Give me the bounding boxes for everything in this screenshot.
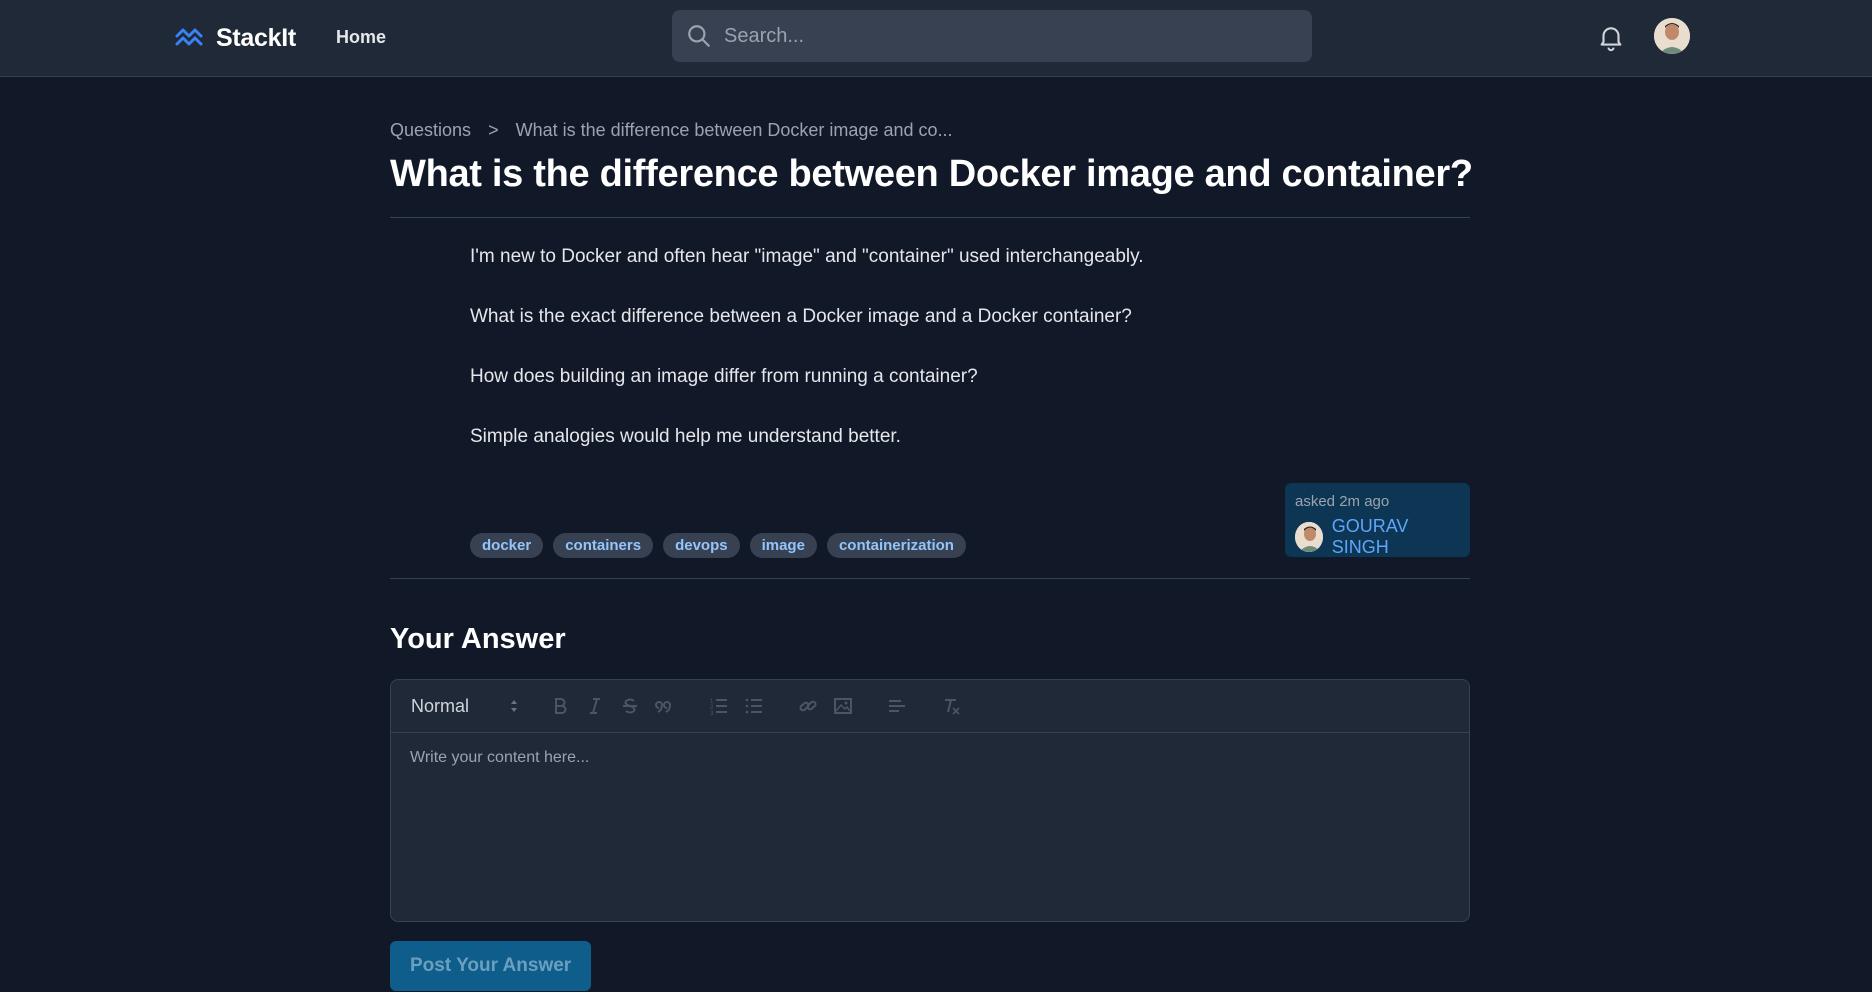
align-icon[interactable]: [886, 695, 908, 717]
select-caret-icon: [511, 700, 517, 712]
editor-toolbar: Normal 123: [391, 680, 1469, 733]
your-answer-heading: Your Answer: [390, 623, 566, 655]
question-paragraph: Simple analogies would help me understan…: [470, 426, 901, 447]
divider: [390, 217, 1470, 218]
search-bar: [672, 10, 1312, 62]
tag-list: docker containers devops image container…: [470, 533, 966, 558]
avatar-image: [1654, 18, 1690, 54]
breadcrumb-questions-link[interactable]: Questions: [390, 120, 471, 140]
ordered-list-icon[interactable]: 123: [708, 695, 730, 717]
tag-image[interactable]: image: [749, 533, 817, 558]
tag-devops[interactable]: devops: [663, 533, 740, 558]
brand-logo[interactable]: StackIt: [174, 22, 296, 54]
asked-timestamp: asked 2m ago: [1295, 493, 1390, 510]
notification-bell-icon[interactable]: [1596, 22, 1626, 52]
format-select[interactable]: Normal: [411, 696, 521, 717]
format-select-value: Normal: [411, 696, 470, 716]
question-paragraph: I'm new to Docker and often hear "image"…: [470, 246, 1144, 267]
tag-docker[interactable]: docker: [470, 533, 544, 558]
editor-placeholder: Write your content here...: [410, 749, 590, 766]
answer-textarea[interactable]: Write your content here...: [391, 733, 1469, 921]
asked-by-card: asked 2m ago GOURAV SINGH: [1285, 483, 1470, 557]
tag-containers[interactable]: containers: [553, 533, 654, 558]
search-input[interactable]: [724, 24, 1284, 48]
post-answer-button[interactable]: Post Your Answer: [390, 941, 592, 991]
clear-format-icon[interactable]: [940, 695, 962, 717]
tag-containerization[interactable]: containerization: [826, 533, 966, 558]
bullet-list-icon[interactable]: [743, 695, 765, 717]
question-title: What is the difference between Docker im…: [390, 153, 1473, 195]
strike-icon[interactable]: [619, 695, 641, 717]
italic-icon[interactable]: [584, 695, 606, 717]
author-name: GOURAV SINGH: [1331, 516, 1409, 557]
breadcrumb-current: What is the difference between Docker im…: [515, 120, 953, 140]
author-avatar-image: [1295, 522, 1323, 552]
brand-name: StackIt: [216, 23, 296, 52]
user-avatar[interactable]: [1654, 18, 1690, 54]
search-icon: [688, 25, 710, 47]
bold-icon[interactable]: [549, 695, 571, 717]
answer-editor: Normal 123 Write your content here...: [390, 679, 1470, 922]
author-link[interactable]: GOURAV SINGH: [1295, 516, 1460, 558]
link-icon[interactable]: [797, 695, 819, 717]
blockquote-icon[interactable]: [654, 695, 676, 717]
breadcrumb-separator: >: [488, 120, 499, 140]
divider: [390, 578, 1470, 579]
image-icon[interactable]: [832, 695, 854, 717]
question-paragraph: How does building an image differ from r…: [470, 366, 978, 387]
question-body: I'm new to Docker and often hear "image"…: [470, 247, 1143, 487]
breadcrumb: Questions > What is the difference betwe…: [390, 120, 953, 141]
top-navbar: StackIt Home: [0, 0, 1872, 77]
nav-home-link[interactable]: Home: [336, 27, 386, 48]
stackit-logo-icon: [175, 28, 203, 46]
question-paragraph: What is the exact difference between a D…: [470, 306, 1132, 327]
author-avatar: [1295, 522, 1323, 552]
svg-text:3: 3: [710, 711, 714, 716]
